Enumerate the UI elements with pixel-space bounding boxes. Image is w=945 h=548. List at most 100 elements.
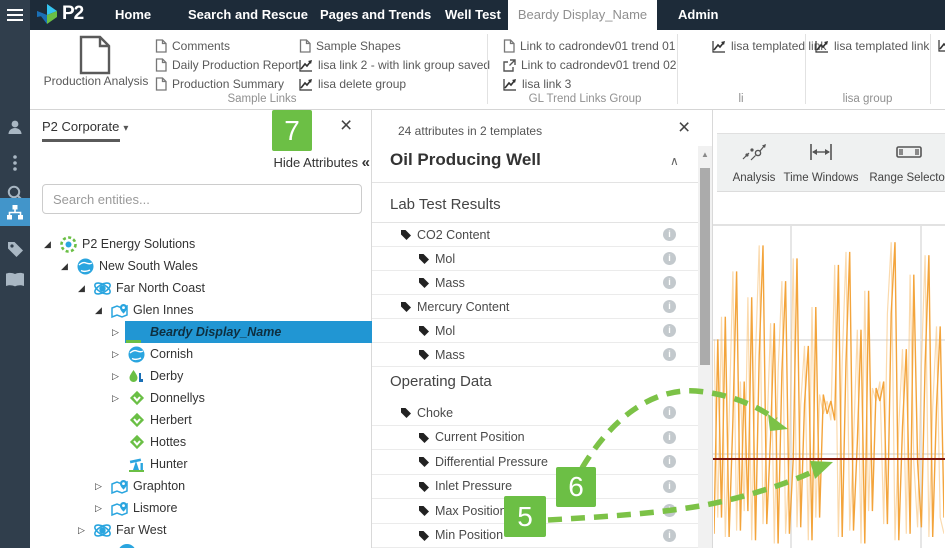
expand-icon[interactable]: ◢ — [95, 305, 110, 316]
tree-row-beardy-display-name-selected[interactable]: ▷ Beardy Display_Name — [30, 321, 372, 343]
expand-icon[interactable]: ▷ — [95, 503, 110, 514]
info-icon[interactable]: i — [663, 228, 676, 241]
trend-link-icon — [815, 40, 828, 53]
field-icon — [93, 521, 112, 539]
hierarchy-selector-dropdown[interactable]: P2 Corporate ▾ — [42, 119, 128, 134]
tree-row-glen-innes[interactable]: ◢ Glen Innes — [30, 299, 372, 321]
attributes-scrollbar[interactable]: ▲ — [698, 146, 712, 548]
close-icon[interactable]: × — [678, 116, 690, 140]
tree-row-new-south-wales[interactable]: ◢ New South Wales — [30, 255, 372, 277]
close-icon[interactable]: × — [340, 114, 352, 138]
tree-row-graphton[interactable]: ▷ Graphton — [30, 475, 372, 497]
info-icon[interactable]: i — [663, 406, 676, 420]
scrollbar-thumb[interactable] — [700, 168, 710, 365]
info-icon[interactable]: i — [663, 276, 676, 289]
tag-icon — [400, 407, 411, 419]
link-cadrondev01-trend-02-button[interactable]: Link to cadrondev01 trend 02 — [503, 56, 676, 74]
lisa-templated-link-button-2[interactable]: lisa templated link — [815, 37, 929, 55]
tree-row-cornish[interactable]: ▷ Cornish — [30, 343, 372, 365]
attribute-row-mol-2[interactable]: Mol i — [372, 319, 698, 343]
page-icon — [155, 58, 167, 72]
tree-label: Far North Coast — [116, 281, 205, 295]
user-icon[interactable] — [0, 114, 30, 140]
nav-tab-active-beardy[interactable]: Beardy Display_Name — [508, 0, 657, 30]
time-windows-button[interactable]: Time Windows — [776, 141, 866, 184]
lisa-link-2-button[interactable]: lisa link 2 - with link group saved — [299, 56, 490, 74]
production-summary-button[interactable]: Production Summary — [155, 75, 299, 93]
info-icon[interactable]: i — [663, 504, 676, 518]
attribute-row-co2-content[interactable]: CO2 Content i — [372, 223, 698, 247]
hide-attributes-button[interactable]: Hide Attributes « — [190, 154, 370, 171]
production-analysis-icon[interactable] — [78, 35, 112, 75]
annotation-badge-5: 5 — [504, 496, 546, 537]
menu-icon[interactable] — [0, 0, 30, 30]
expand-icon[interactable]: ▷ — [78, 525, 93, 536]
info-icon[interactable]: i — [663, 479, 676, 493]
range-selector-button[interactable]: Range Selector — [864, 141, 945, 184]
info-icon[interactable]: i — [663, 528, 676, 542]
lisa-templated-link-button[interactable]: lisa templated link — [712, 37, 826, 55]
tree-label: Graphton — [133, 479, 186, 493]
lisa-group-label: lisa group — [842, 93, 893, 105]
attribute-row-mass-2[interactable]: Mass i — [372, 343, 698, 367]
tree-row-herbert[interactable]: Herbert — [30, 409, 372, 431]
template-header-oil-producing-well[interactable]: Oil Producing Well — [390, 150, 690, 170]
link-cadrondev01-trend-01-button[interactable]: Link to cadrondev01 trend 01 — [503, 37, 676, 55]
attribute-row-current-position[interactable]: Current Position i — [372, 426, 698, 450]
lisa-link-3-button[interactable]: lisa link 3 — [503, 75, 676, 93]
tree-row-p2-energy-solutions[interactable]: ◢ P2 Energy Solutions — [30, 233, 372, 255]
kebab-menu-icon[interactable] — [0, 150, 30, 176]
nav-item-well-test[interactable]: Well Test — [445, 0, 501, 30]
expand-icon[interactable]: ▷ — [95, 481, 110, 492]
attribute-row-mercury-content[interactable]: Mercury Content i — [372, 295, 698, 319]
trend-link-icon-partial[interactable] — [938, 39, 945, 52]
production-summary-label: Production Summary — [172, 77, 285, 91]
tag-icon[interactable] — [0, 236, 30, 262]
tree-row-far-north-coast[interactable]: ◢ Far North Coast — [30, 277, 372, 299]
info-icon[interactable]: i — [663, 455, 676, 469]
production-analysis-button[interactable]: Production Analysis — [30, 74, 162, 88]
book-icon[interactable] — [0, 267, 30, 293]
attribute-row-mol[interactable]: Mol i — [372, 247, 698, 271]
well-icon-fragment — [126, 340, 141, 343]
annotation-badge-6: 6 — [556, 467, 596, 507]
sample-shapes-label: Sample Shapes — [316, 39, 401, 53]
page-icon — [503, 39, 515, 53]
sample-shapes-button[interactable]: Sample Shapes — [299, 37, 490, 55]
nav-item-admin[interactable]: Admin — [678, 0, 718, 30]
tree-row-derby[interactable]: ▷ Derby — [30, 365, 372, 387]
expand-icon[interactable]: ◢ — [44, 239, 59, 250]
info-icon[interactable]: i — [663, 430, 676, 444]
scroll-up-icon[interactable]: ▲ — [698, 150, 712, 159]
tree-row-lismore[interactable]: ▷ Lismore — [30, 497, 372, 519]
expand-icon[interactable]: ◢ — [61, 261, 76, 272]
attribute-label: Mercury Content — [417, 299, 510, 314]
daily-production-report-button[interactable]: Daily Production Report — [155, 56, 299, 74]
attribute-label: CO2 Content — [417, 227, 490, 242]
comments-button[interactable]: Comments — [155, 37, 299, 55]
tree-label: Derby — [150, 369, 184, 383]
tree-row-hunter[interactable]: Hunter — [30, 453, 372, 475]
search-entities-input[interactable] — [42, 184, 362, 214]
attribute-row-differential-pressure[interactable]: Differential Pressure i — [372, 450, 698, 475]
lisa-delete-group-button[interactable]: lisa delete group — [299, 75, 490, 93]
nav-item-home[interactable]: Home — [115, 0, 151, 30]
tree-row-far-west[interactable]: ▷ Far West — [30, 519, 372, 541]
nav-item-search-and-rescue[interactable]: Search and Rescue — [188, 0, 308, 30]
chevron-up-icon[interactable]: ∧ — [670, 154, 679, 168]
expand-icon[interactable]: ◢ — [78, 283, 93, 294]
info-icon[interactable]: i — [663, 348, 676, 361]
tree-row-donnellys[interactable]: ▷ Donnellys — [30, 387, 372, 409]
nav-item-pages-and-trends[interactable]: Pages and Trends — [320, 0, 431, 30]
expand-icon[interactable]: ▷ — [112, 393, 127, 404]
map-pin-icon — [110, 499, 129, 517]
attribute-row-choke[interactable]: Choke i — [372, 401, 698, 426]
info-icon[interactable]: i — [663, 300, 676, 313]
hierarchy-icon-active[interactable] — [0, 198, 30, 226]
expand-icon[interactable]: ▷ — [112, 371, 127, 382]
info-icon[interactable]: i — [663, 252, 676, 265]
tree-row-hottes[interactable]: Hottes — [30, 431, 372, 453]
attribute-row-mass[interactable]: Mass i — [372, 271, 698, 295]
expand-icon[interactable]: ▷ — [112, 349, 127, 360]
info-icon[interactable]: i — [663, 324, 676, 337]
